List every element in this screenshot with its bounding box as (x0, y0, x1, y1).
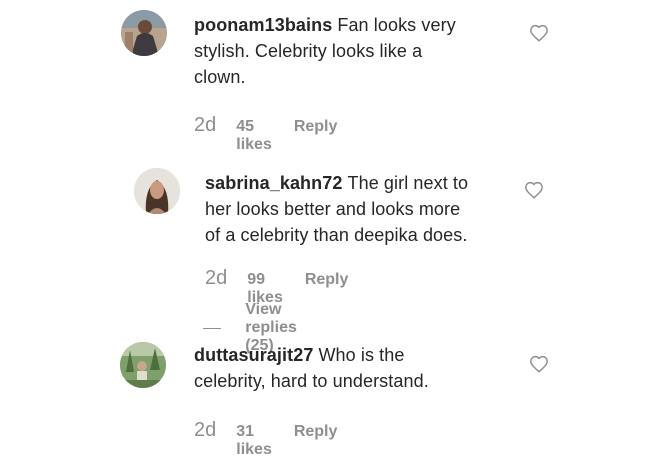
username-link[interactable]: duttasurajit27 (194, 345, 313, 365)
likes-count[interactable]: 45 likes (236, 118, 272, 154)
comment-line: The girl next to (347, 173, 469, 193)
heart-outline-icon[interactable] (529, 355, 549, 373)
comment-text: duttasurajit27 Who is the celebrity, hard… (194, 342, 514, 394)
avatar[interactable] (120, 342, 166, 388)
comment-line: stylish. Celebrity looks like a (194, 41, 423, 61)
likes-count[interactable]: 31 likes (236, 423, 272, 459)
comment-meta: 2d 45 likes Reply (194, 114, 337, 154)
reply-button[interactable]: Reply (305, 271, 349, 289)
timestamp[interactable]: 2d (205, 267, 227, 290)
comment-text: sabrina_kahn72 The girl next to her looks… (205, 170, 525, 248)
comment-line: Fan looks very (337, 15, 456, 35)
heart-outline-icon[interactable] (524, 181, 544, 199)
comment-text: poonam13bains Fan looks very stylish. Cel… (194, 12, 514, 90)
username-link[interactable]: sabrina_kahn72 (205, 173, 342, 193)
comment-line: of a celebrity than deepika does. (205, 225, 468, 245)
username-link[interactable]: poonam13bains (194, 15, 332, 35)
reply-button[interactable]: Reply (294, 423, 338, 441)
timestamp[interactable]: 2d (194, 419, 216, 442)
comment-meta: 2d 31 likes Reply (194, 419, 337, 459)
reply-button[interactable]: Reply (294, 118, 338, 136)
avatar[interactable] (121, 10, 167, 56)
comment-line: Who is the (318, 345, 405, 365)
heart-outline-icon[interactable] (529, 24, 549, 42)
comment-line: celebrity, hard to understand. (194, 371, 429, 391)
comment-line: clown. (194, 67, 246, 87)
comment-line: her looks better and looks more (205, 199, 461, 219)
timestamp[interactable]: 2d (194, 114, 216, 137)
replies-divider (203, 327, 222, 329)
avatar[interactable] (134, 168, 180, 214)
